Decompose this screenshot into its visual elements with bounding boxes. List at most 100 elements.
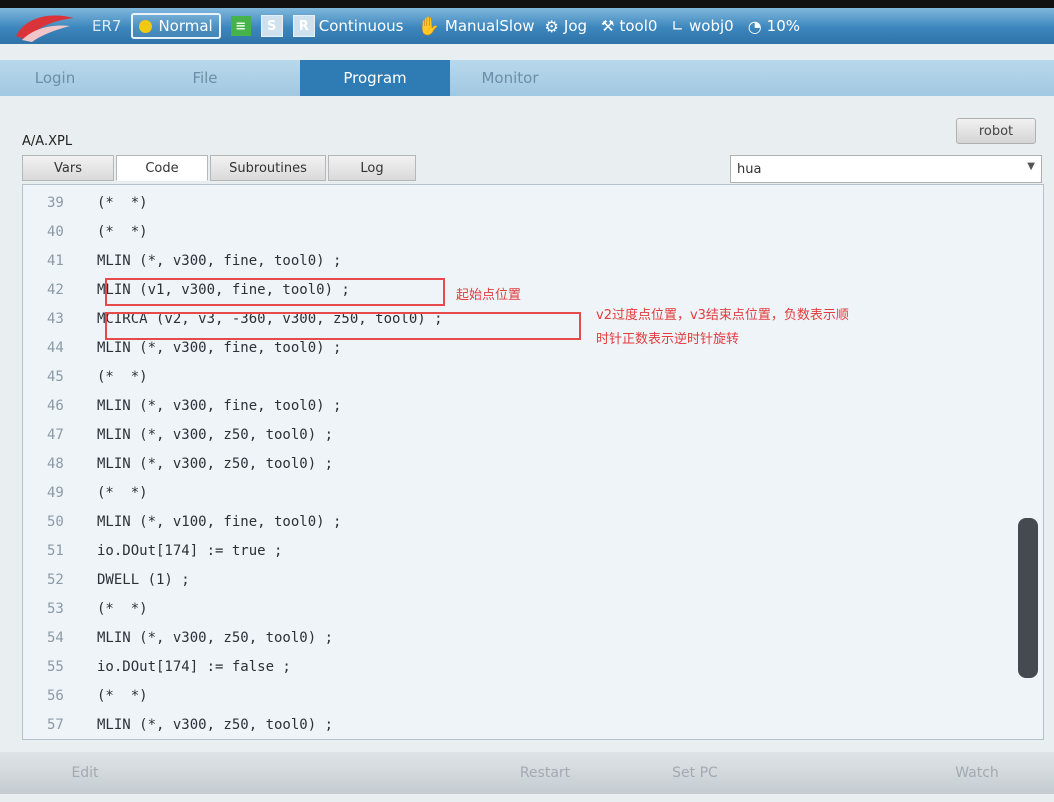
command-bar: Edit Restart Set PC Watch xyxy=(0,752,1054,794)
circle-note-line2: 时针正数表示逆时针旋转 xyxy=(596,332,740,347)
watch-button[interactable]: Watch xyxy=(900,752,1054,794)
line-number: 42 xyxy=(47,282,64,298)
code-text: MLIN (*, v300, z50, tool0) ; xyxy=(97,717,334,733)
tool-icon: ⚒ xyxy=(601,17,615,35)
tab-vars[interactable]: Vars xyxy=(22,155,114,181)
line-number: 53 xyxy=(47,601,64,617)
robot-model-label: ER7 xyxy=(92,17,122,35)
override-indicator[interactable]: ◔ 10% xyxy=(748,17,800,36)
code-line[interactable]: 39 (* *) xyxy=(23,190,1013,216)
line-number: 41 xyxy=(47,253,64,269)
run-mode-label[interactable]: Continuous xyxy=(319,17,404,35)
program-subtabs: Vars Code Subroutines Log xyxy=(22,155,418,183)
scrollbar-thumb[interactable] xyxy=(1018,518,1038,678)
line-number: 50 xyxy=(47,514,64,530)
robot-button[interactable]: robot xyxy=(956,118,1036,144)
wobj-indicator[interactable]: ∟ wobj0 xyxy=(671,17,733,35)
code-line[interactable]: 45 (* *) xyxy=(23,364,1013,390)
code-text: (* *) xyxy=(97,601,148,617)
speed-mode-label: ManualSlow xyxy=(444,17,535,35)
line-number: 52 xyxy=(47,572,64,588)
tool-indicator[interactable]: ⚒ tool0 xyxy=(601,17,657,35)
start-point-highlight xyxy=(105,278,445,306)
code-text: (* *) xyxy=(97,688,148,704)
code-text: io.DOut[174] := false ; xyxy=(97,659,291,675)
empty-slot xyxy=(770,752,900,794)
edit-button[interactable]: Edit xyxy=(0,752,170,794)
code-text: MLIN (*, v300, z50, tool0) ; xyxy=(97,630,334,646)
power-icon[interactable]: ≡ xyxy=(230,16,251,36)
wobj-label: wobj0 xyxy=(689,17,734,35)
code-line[interactable]: 52 DWELL (1) ; xyxy=(23,567,1013,593)
code-text: MLIN (*, v300, fine, tool0) ; xyxy=(97,253,342,269)
restart-button[interactable]: Restart xyxy=(470,752,620,794)
code-text: (* *) xyxy=(97,485,148,501)
code-text: (* *) xyxy=(97,224,148,240)
line-number: 39 xyxy=(47,195,64,211)
mode-indicator[interactable]: Normal xyxy=(131,13,221,39)
code-line[interactable]: 47 MLIN (*, v300, z50, tool0) ; xyxy=(23,422,1013,448)
status-bar: ER7 Normal ≡ S R Continuous ✋ ManualSlow… xyxy=(0,0,1054,44)
code-line[interactable]: 50 MLIN (*, v100, fine, tool0) ; xyxy=(23,509,1013,535)
hand-icon: ✋ xyxy=(417,15,440,37)
code-text: MLIN (*, v100, fine, tool0) ; xyxy=(97,514,342,530)
speed-mode-indicator[interactable]: ✋ ManualSlow xyxy=(417,16,534,37)
code-line[interactable]: 46 MLIN (*, v300, fine, tool0) ; xyxy=(23,393,1013,419)
line-number: 55 xyxy=(47,659,64,675)
line-number: 48 xyxy=(47,456,64,472)
circle-motion-highlight xyxy=(105,312,581,340)
code-text: MLIN (*, v300, z50, tool0) ; xyxy=(97,456,334,472)
code-text: io.DOut[174] := true ; xyxy=(97,543,283,559)
code-text: (* *) xyxy=(97,195,148,211)
menu-login[interactable]: Login xyxy=(0,60,110,96)
line-number: 45 xyxy=(47,369,64,385)
tab-code[interactable]: Code xyxy=(116,155,208,181)
speedometer-icon: ◔ xyxy=(747,16,762,36)
code-line[interactable]: 57 MLIN (*, v300, z50, tool0) ; xyxy=(23,712,1013,738)
jog-indicator[interactable]: ⚙ Jog xyxy=(545,17,587,36)
line-number: 44 xyxy=(47,340,64,356)
code-line[interactable]: 48 MLIN (*, v300, z50, tool0) ; xyxy=(23,451,1013,477)
override-label: 10% xyxy=(766,17,800,35)
robot-logo-icon xyxy=(12,8,82,44)
editor-scrollbar[interactable] xyxy=(1018,200,1038,736)
line-number: 54 xyxy=(47,630,64,646)
line-number: 57 xyxy=(47,717,64,733)
status-dot-icon xyxy=(139,19,153,33)
routine-select[interactable]: hua ▼ xyxy=(730,155,1042,183)
tab-subroutines[interactable]: Subroutines xyxy=(210,155,326,181)
start-point-note: 起始点位置 xyxy=(456,288,522,303)
code-line[interactable]: 56 (* *) xyxy=(23,683,1013,709)
line-number: 47 xyxy=(47,427,64,443)
code-editor[interactable]: 39 (* *) 40 (* *) 41 MLIN (*, v300, fine, too… xyxy=(22,184,1044,740)
code-line[interactable]: 40 (* *) xyxy=(23,219,1013,245)
menu-program[interactable]: Program xyxy=(300,60,450,96)
code-line[interactable]: 49 (* *) xyxy=(23,480,1013,506)
routine-select-value: hua xyxy=(737,161,762,177)
line-number: 46 xyxy=(47,398,64,414)
line-number: 56 xyxy=(47,688,64,704)
line-number: 43 xyxy=(47,311,64,327)
menu-file[interactable]: File xyxy=(110,60,300,96)
tool-label: tool0 xyxy=(619,17,658,35)
coordinate-icon: ∟ xyxy=(671,17,684,35)
line-number: 40 xyxy=(47,224,64,240)
circle-note-line1: v2过度点位置，v3结束点位置，负数表示顺 xyxy=(596,308,849,323)
empty-slot xyxy=(170,752,470,794)
code-text: DWELL (1) ; xyxy=(97,572,190,588)
code-line[interactable]: 54 MLIN (*, v300, z50, tool0) ; xyxy=(23,625,1013,651)
code-text: MLIN (*, v300, z50, tool0) ; xyxy=(97,427,334,443)
code-text: (* *) xyxy=(97,369,148,385)
main-menu: Login File Program Monitor xyxy=(0,60,1054,96)
r-button[interactable]: R xyxy=(292,15,315,37)
code-line[interactable]: 41 MLIN (*, v300, fine, tool0) ; xyxy=(23,248,1013,274)
line-number: 51 xyxy=(47,543,64,559)
jog-label: Jog xyxy=(563,17,588,35)
menu-monitor[interactable]: Monitor xyxy=(450,60,570,96)
tab-log[interactable]: Log xyxy=(328,155,416,181)
code-line[interactable]: 55 io.DOut[174] := false ; xyxy=(23,654,1013,680)
code-line[interactable]: 51 io.DOut[174] := true ; xyxy=(23,538,1013,564)
s-button[interactable]: S xyxy=(260,15,283,37)
set-pc-button[interactable]: Set PC xyxy=(620,752,770,794)
code-line[interactable]: 53 (* *) xyxy=(23,596,1013,622)
